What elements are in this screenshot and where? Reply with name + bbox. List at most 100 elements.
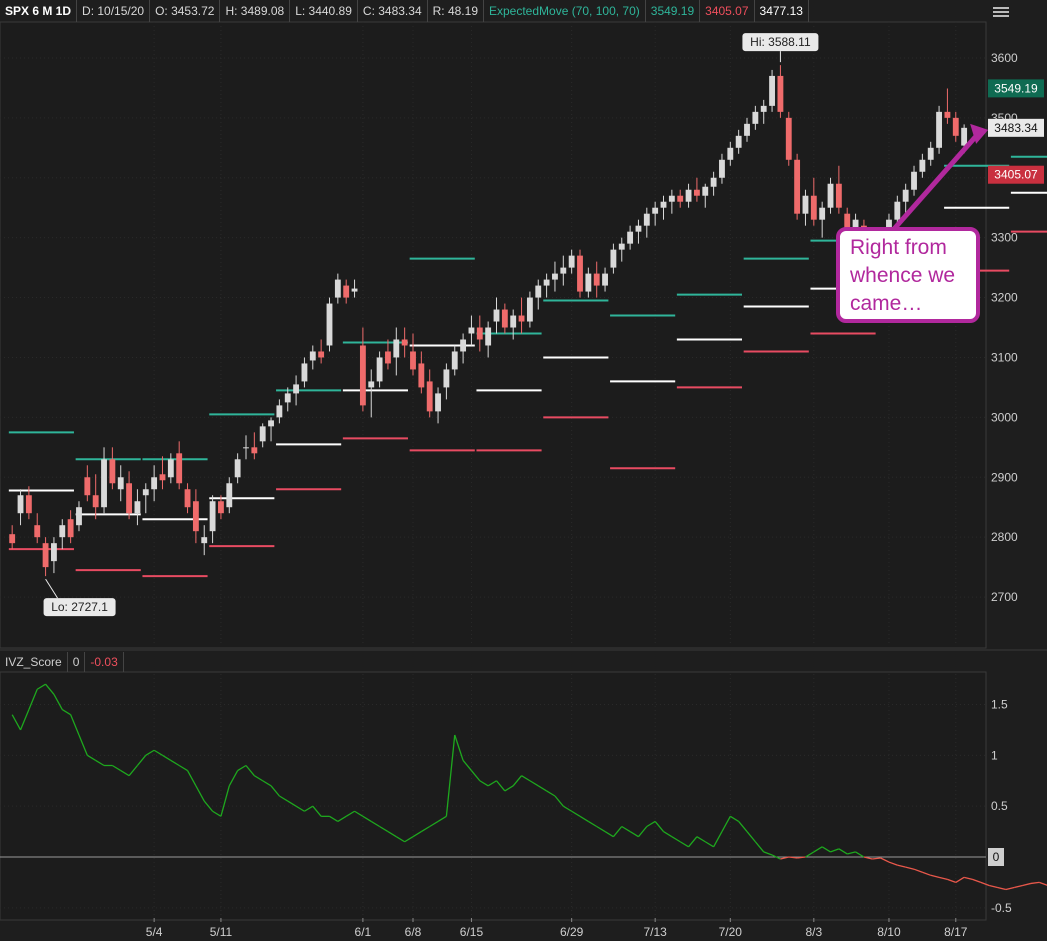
candle-body[interactable] (9, 534, 16, 544)
candle-body[interactable] (769, 75, 775, 106)
candle-body[interactable] (668, 195, 675, 202)
candle-body[interactable] (543, 279, 550, 286)
candle-body[interactable] (109, 459, 116, 484)
candle-body[interactable] (702, 186, 709, 196)
candle-body[interactable] (401, 339, 408, 346)
candle-body[interactable] (318, 351, 325, 358)
candle-body[interactable] (911, 171, 917, 190)
candle-body[interactable] (51, 543, 57, 562)
candle-body[interactable] (660, 201, 667, 208)
candle-body[interactable] (393, 339, 400, 358)
candle-body[interactable] (961, 127, 968, 146)
candle-body[interactable] (410, 351, 416, 370)
ivz-study-label[interactable]: IVZ_Score (0, 652, 68, 672)
candle-body[interactable] (919, 159, 926, 172)
candle-body[interactable] (827, 183, 834, 208)
candle-body[interactable] (693, 189, 700, 196)
candle-body[interactable] (610, 249, 617, 268)
candle-body[interactable] (618, 243, 625, 250)
candle-body[interactable] (376, 357, 383, 382)
candle-body[interactable] (835, 183, 842, 208)
candle-body[interactable] (76, 507, 82, 526)
candle-body[interactable] (727, 147, 734, 160)
candle-body[interactable] (485, 327, 492, 346)
candle-body[interactable] (268, 420, 274, 427)
candle-body[interactable] (460, 339, 467, 352)
candle-body[interactable] (802, 195, 809, 214)
candle-body[interactable] (643, 213, 650, 226)
candle-body[interactable] (685, 189, 692, 202)
candle-body[interactable] (368, 381, 375, 388)
candle-body[interactable] (577, 255, 583, 292)
candle-body[interactable] (176, 453, 183, 484)
candle-body[interactable] (526, 297, 533, 322)
candle-body[interactable] (117, 477, 124, 490)
candle-body[interactable] (142, 489, 149, 496)
candle-body[interactable] (301, 363, 308, 382)
candle-body[interactable] (293, 384, 300, 394)
candle-body[interactable] (426, 381, 433, 412)
candle-body[interactable] (794, 159, 801, 214)
candle-body[interactable] (359, 345, 366, 406)
candle-body[interactable] (468, 327, 475, 334)
candle-body[interactable] (710, 177, 717, 187)
candle-body[interactable] (67, 519, 74, 538)
candle-body[interactable] (284, 393, 291, 403)
candle-body[interactable] (151, 477, 158, 490)
candle-body[interactable] (59, 525, 66, 538)
candle-body[interactable] (17, 495, 24, 514)
candle-body[interactable] (785, 117, 792, 160)
candle-body[interactable] (927, 147, 934, 160)
candle-body[interactable] (209, 501, 216, 532)
candle-body[interactable] (343, 285, 350, 298)
candle-body[interactable] (234, 459, 241, 478)
candle-body[interactable] (259, 426, 266, 442)
candle-body[interactable] (309, 351, 316, 361)
candle-body[interactable] (385, 351, 391, 364)
candle-body[interactable] (226, 483, 233, 508)
candle-body[interactable] (84, 477, 91, 496)
candle-body[interactable] (276, 405, 283, 418)
candle-body[interactable] (535, 285, 542, 298)
candle-body[interactable] (25, 495, 32, 514)
candle-body[interactable] (42, 543, 49, 568)
candle-body[interactable] (510, 315, 517, 328)
candle-body[interactable] (134, 501, 141, 514)
candle-body[interactable] (443, 369, 450, 388)
candle-body[interactable] (593, 273, 600, 286)
candle-body[interactable] (777, 75, 784, 112)
candle-body[interactable] (627, 231, 634, 244)
candle-body[interactable] (819, 207, 826, 220)
candle-body[interactable] (677, 195, 684, 202)
candle-body[interactable] (493, 309, 500, 322)
candle-body[interactable] (351, 288, 358, 292)
candle-body[interactable] (944, 111, 951, 118)
candle-body[interactable] (184, 489, 191, 508)
candle-body[interactable] (476, 327, 483, 340)
candle-body[interactable] (744, 123, 750, 136)
candle-body[interactable] (435, 393, 441, 412)
candle-body[interactable] (251, 447, 258, 454)
candle-body[interactable] (501, 309, 508, 328)
gear-icon[interactable] (990, 4, 1012, 20)
candle-body[interactable] (568, 255, 575, 268)
candle-body[interactable] (334, 279, 341, 298)
candle-body[interactable] (585, 273, 592, 292)
candle-body[interactable] (167, 459, 174, 478)
candle-body[interactable] (752, 111, 759, 124)
candle-body[interactable] (101, 459, 107, 508)
candle-body[interactable] (952, 117, 959, 136)
candle-body[interactable] (894, 201, 901, 220)
candle-body[interactable] (552, 273, 558, 280)
candle-body[interactable] (451, 351, 458, 370)
candle-body[interactable] (418, 363, 425, 388)
candle-body[interactable] (760, 105, 767, 112)
candle-body[interactable] (602, 273, 608, 286)
candle-body[interactable] (719, 159, 725, 178)
candle-body[interactable] (518, 315, 525, 322)
candle-body[interactable] (635, 225, 642, 232)
candle-body[interactable] (902, 189, 909, 202)
candle-body[interactable] (201, 537, 208, 544)
candle-body[interactable] (92, 495, 99, 508)
candle-body[interactable] (735, 135, 742, 148)
